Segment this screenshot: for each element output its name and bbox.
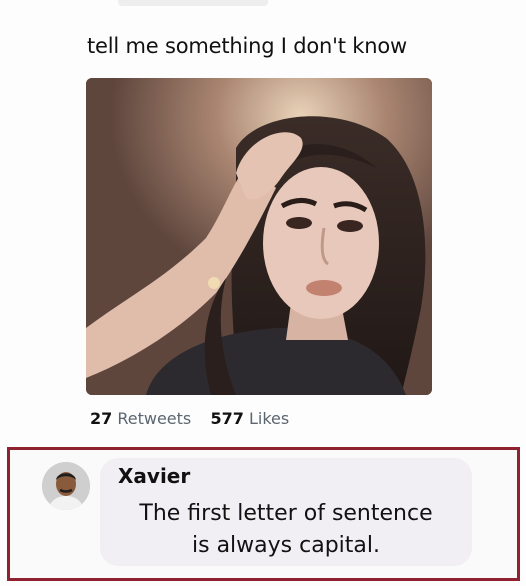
- reply-text-line-1: The first letter of sentence: [139, 501, 433, 526]
- highlighted-reply: Xavier The first letter of sentence is a…: [7, 447, 520, 581]
- retweets-label[interactable]: Retweets: [117, 409, 191, 428]
- post-stats: 27 Retweets 577 Likes: [90, 409, 289, 428]
- screenshot-page: tell me something I don't know 27 Retwee…: [0, 0, 526, 586]
- portrait-photo-icon: [86, 78, 432, 395]
- reply-author-name[interactable]: Xavier: [118, 464, 190, 488]
- likes-count[interactable]: 577: [210, 409, 243, 428]
- reply-text-line-2: is always capital.: [192, 533, 380, 558]
- avatar[interactable]: [42, 462, 90, 510]
- reply-text: The first letter of sentence is always c…: [100, 498, 472, 562]
- cropped-top-element: [118, 0, 268, 6]
- retweets-count[interactable]: 27: [90, 409, 112, 428]
- likes-label[interactable]: Likes: [249, 409, 289, 428]
- post-photo[interactable]: [86, 78, 432, 395]
- post-text: tell me something I don't know: [87, 34, 407, 58]
- reply-bubble[interactable]: Xavier The first letter of sentence is a…: [100, 458, 472, 566]
- user-avatar-icon: [42, 462, 90, 510]
